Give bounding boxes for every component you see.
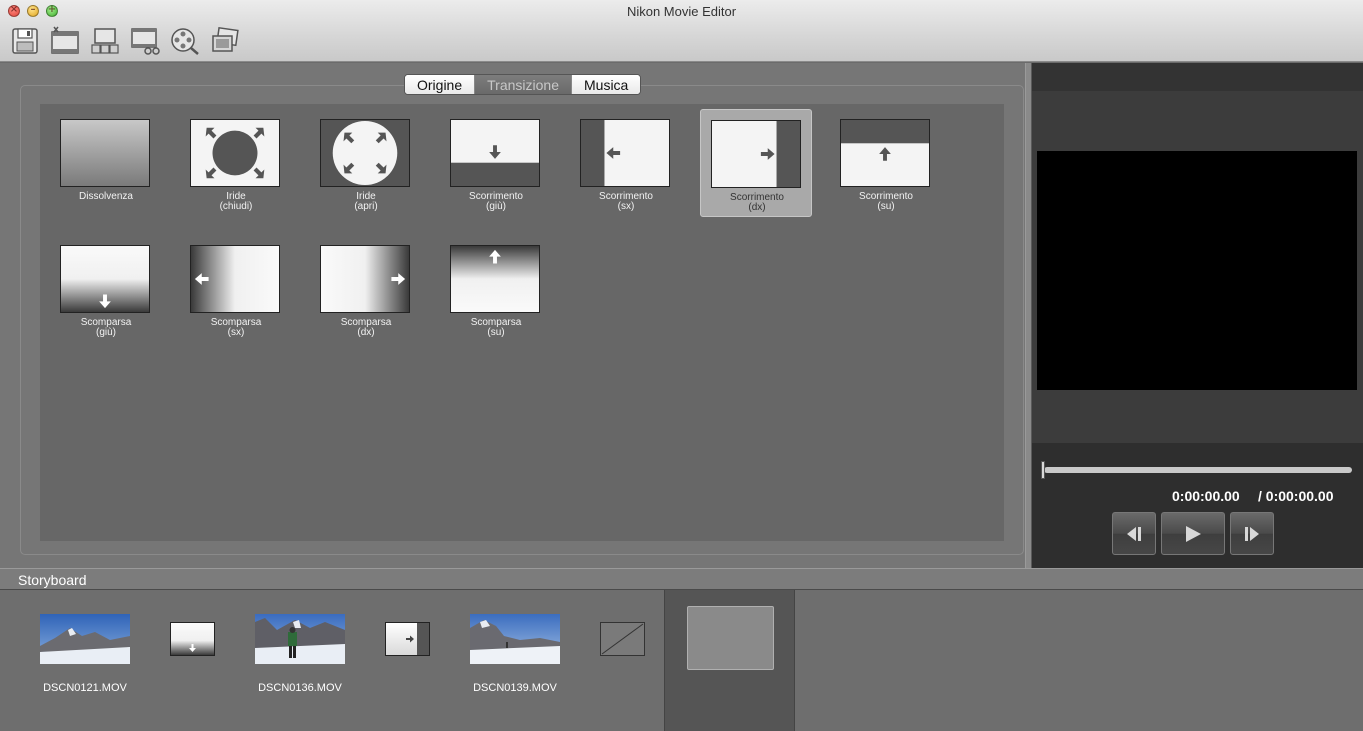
- preview-header: [1032, 63, 1363, 91]
- storyboard-title: Storyboard: [18, 572, 87, 588]
- transition-label: Scorrimento (giù): [440, 192, 552, 212]
- storyboard-header: Storyboard: [0, 568, 1363, 589]
- transition-label: Dissolvenza: [50, 192, 162, 202]
- tab-musica[interactable]: Musica: [571, 75, 641, 94]
- storyboard-clip[interactable]: [40, 614, 130, 664]
- transition-iris-open[interactable]: Iride (apri): [310, 109, 422, 217]
- step-forward-icon: [1245, 526, 1259, 541]
- clip-thumbnail: [255, 614, 345, 664]
- window-title: Nikon Movie Editor: [626, 4, 737, 19]
- toolbar: [8, 24, 242, 58]
- transition-label: Scomparsa (su): [440, 318, 552, 338]
- player-controls: 0:00:00.00 / 0:00:00.00: [1032, 443, 1363, 568]
- transition-label-line2: (dx): [748, 202, 766, 213]
- tab-transizione[interactable]: Transizione: [474, 75, 571, 94]
- play-movie-button[interactable]: [168, 24, 202, 58]
- iris-open-icon: [320, 119, 410, 187]
- fade-left-icon: [190, 245, 280, 313]
- tab-bar: Origine Transizione Musica: [404, 74, 642, 95]
- play-icon: [1186, 525, 1201, 542]
- slide-right-icon: [711, 120, 801, 188]
- transition-label-line2: (sx): [617, 201, 635, 212]
- next-frame-button[interactable]: [1230, 512, 1274, 555]
- clip-name: DSCN0136.MOV: [258, 682, 342, 694]
- video-preview: [1037, 151, 1357, 390]
- empty-clip-placeholder[interactable]: [687, 606, 774, 670]
- fade-up-icon: [450, 245, 540, 313]
- playback-slider[interactable]: [1044, 467, 1352, 473]
- fade-down-icon: [60, 245, 150, 313]
- transition-iris-close[interactable]: Iride (chiudi): [180, 109, 292, 217]
- storyboard-clip[interactable]: [255, 614, 345, 664]
- step-back-icon: [1127, 526, 1141, 541]
- transition-label-line2: (su): [487, 327, 505, 338]
- play-button[interactable]: [1161, 512, 1225, 555]
- transition-slide-right[interactable]: Scorrimento (dx): [700, 109, 812, 217]
- add-clip-button[interactable]: [48, 24, 82, 58]
- slide-up-icon: [840, 119, 930, 187]
- transition-label-line1: Dissolvenza: [79, 191, 133, 202]
- film-reel-search-icon: [171, 28, 199, 55]
- storyboard-clip[interactable]: [470, 614, 560, 664]
- panel-splitter[interactable]: [1025, 63, 1032, 568]
- transition-label: Scorrimento (su): [830, 192, 942, 212]
- empty-slot-icon: [601, 623, 644, 655]
- iris-close-icon: [190, 119, 280, 187]
- fade-down-icon: [171, 623, 214, 655]
- storyboard-button[interactable]: [88, 24, 122, 58]
- trim-button[interactable]: [128, 24, 162, 58]
- save-button[interactable]: [8, 24, 42, 58]
- fade-right-icon: [320, 245, 410, 313]
- clip-name: DSCN0139.MOV: [473, 682, 557, 694]
- export-frame-button[interactable]: [208, 24, 242, 58]
- transition-fade-down[interactable]: Scomparsa (giù): [50, 235, 162, 343]
- transition-label: Scomparsa (dx): [310, 318, 422, 338]
- transition-label-line2: (chiudi): [219, 201, 253, 212]
- transition-fade-right[interactable]: Scomparsa (dx): [310, 235, 422, 343]
- transition-label-line2: (sx): [227, 327, 245, 338]
- dissolve-icon: [60, 119, 150, 187]
- clip-name: DSCN0121.MOV: [43, 682, 127, 694]
- slide-right-icon: [386, 623, 429, 655]
- storyboard-icon: [91, 28, 119, 54]
- export-frame-icon: [212, 26, 239, 52]
- previous-frame-button[interactable]: [1112, 512, 1156, 555]
- transition-label-line2: (giù): [95, 327, 116, 338]
- transition-label-line2: (apri): [354, 201, 378, 212]
- slide-down-icon: [450, 119, 540, 187]
- title-bar: Nikon Movie Editor: [0, 0, 1363, 62]
- transition-label: Scorrimento (sx): [570, 192, 682, 212]
- add-clip-icon: [51, 26, 79, 54]
- transition-label-line2: (su): [877, 201, 895, 212]
- transition-label: Scomparsa (sx): [180, 318, 292, 338]
- transition-fade-up[interactable]: Scomparsa (su): [440, 235, 552, 343]
- transition-label: Iride (chiudi): [180, 192, 292, 212]
- storyboard-transition[interactable]: [170, 622, 215, 656]
- transition-label: Scorrimento (dx): [701, 193, 813, 213]
- tab-origine[interactable]: Origine: [405, 75, 475, 94]
- clip-thumbnail: [40, 614, 130, 664]
- transition-slide-left[interactable]: Scorrimento (sx): [570, 109, 682, 217]
- storyboard-transition[interactable]: [385, 622, 430, 656]
- transition-fade-left[interactable]: Scomparsa (sx): [180, 235, 292, 343]
- playback-slider-knob[interactable]: [1041, 461, 1045, 479]
- storyboard-drop-slot[interactable]: [664, 590, 795, 731]
- transition-dissolve[interactable]: Dissolvenza: [50, 109, 162, 217]
- transition-label-line2: (dx): [357, 327, 375, 338]
- app-window: Nikon Movie Editor: [0, 0, 1363, 731]
- transition-label: Iride (apri): [310, 192, 422, 212]
- storyboard: DSCN0121.MOV DSCN0136.MOV DSCN0139.MOV: [0, 589, 1363, 731]
- current-time: 0:00:00.00: [1172, 488, 1240, 504]
- storyboard-empty-transition[interactable]: [600, 622, 645, 656]
- slide-left-icon: [580, 119, 670, 187]
- save-icon: [12, 28, 38, 54]
- clip-thumbnail: [470, 614, 560, 664]
- transition-label-line2: (giù): [485, 201, 506, 212]
- transition-label: Scomparsa (giù): [50, 318, 162, 338]
- transition-slide-up[interactable]: Scorrimento (su): [830, 109, 942, 217]
- preview-panel: 0:00:00.00 / 0:00:00.00: [1032, 63, 1363, 568]
- transition-slide-down[interactable]: Scorrimento (giù): [440, 109, 552, 217]
- total-time: / 0:00:00.00: [1258, 488, 1334, 504]
- trim-icon: [131, 28, 160, 55]
